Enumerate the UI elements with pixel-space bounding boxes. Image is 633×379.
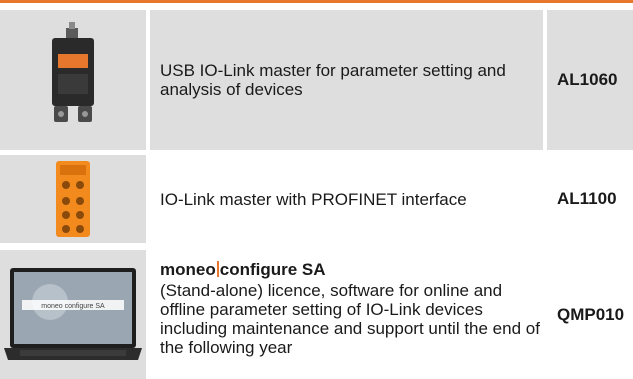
product-row-al1060: USB IO-Link master for parameter setting… [0, 10, 633, 150]
usb-io-link-master-icon [52, 22, 94, 122]
product-code-cell: QMP010 [547, 250, 633, 379]
product-row-al1100: IO-Link master with PROFINET interface A… [0, 155, 633, 243]
laptop-icon: moneo configure SA [4, 268, 142, 360]
product-code-cell: AL1060 [547, 10, 633, 150]
product-row-qmp010: moneo configure SA moneo configure SA (St… [0, 250, 633, 379]
product-title-part1: moneo [160, 260, 216, 279]
product-description-cell: USB IO-Link master for parameter setting… [150, 10, 543, 150]
product-description: (Stand-alone) licence, software for onli… [160, 281, 540, 357]
product-description: USB IO-Link master for parameter setting… [160, 61, 506, 99]
product-image-cell: moneo configure SA [0, 250, 146, 379]
laptop-screen-text: moneo configure SA [41, 303, 105, 310]
title-separator [216, 261, 219, 277]
product-description: IO-Link master with PROFINET interface [160, 189, 467, 209]
orange-io-link-module-icon [56, 161, 90, 237]
product-title: moneo configure SA [160, 260, 543, 279]
product-image-cell [0, 155, 146, 243]
product-code: AL1060 [557, 70, 618, 89]
product-description-cell: moneo configure SA (Stand-alone) licence,… [150, 250, 543, 379]
product-code: QMP010 [557, 304, 625, 324]
product-description-cell: IO-Link master with PROFINET interface [150, 155, 543, 243]
top-accent-rule [0, 0, 633, 3]
product-title-part2: configure SA [219, 260, 326, 279]
product-image-cell [0, 10, 146, 150]
product-code: AL1100 [557, 189, 617, 208]
product-code-cell: AL1100 [547, 155, 633, 243]
